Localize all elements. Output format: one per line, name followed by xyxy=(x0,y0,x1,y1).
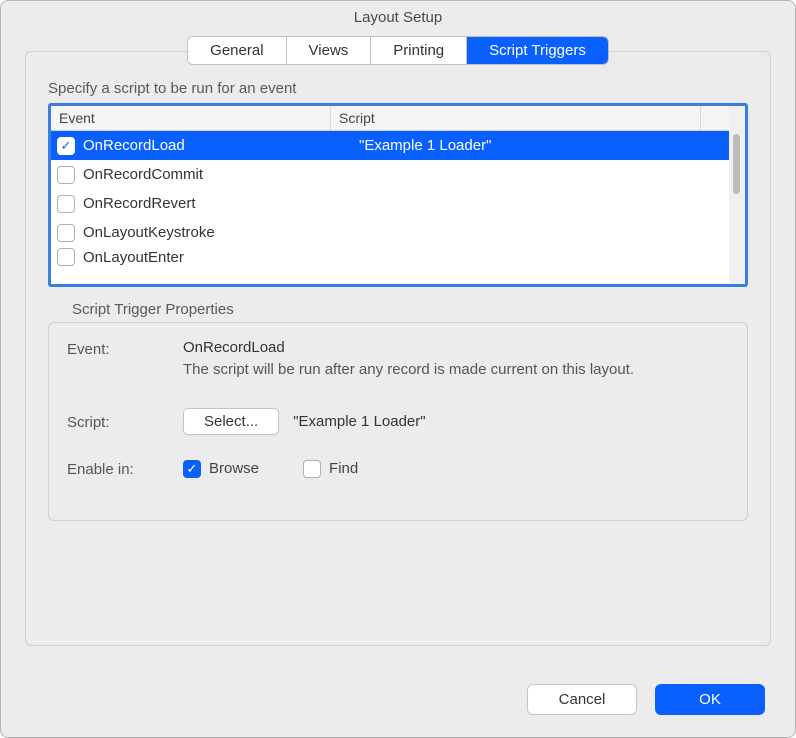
section-label: Specify a script to be run for an event xyxy=(48,80,748,97)
tab-views[interactable]: Views xyxy=(287,37,372,64)
properties-title: Script Trigger Properties xyxy=(72,301,748,318)
tab-script-triggers[interactable]: Script Triggers xyxy=(467,37,608,64)
check-icon: ✓ xyxy=(187,462,198,475)
script-triggers-panel: Specify a script to be run for an event … xyxy=(25,51,771,646)
row-event: OnRecordRevert xyxy=(83,195,339,212)
select-script-button[interactable]: Select... xyxy=(183,408,279,435)
row-checkbox[interactable] xyxy=(57,224,75,242)
browse-label: Browse xyxy=(209,460,259,477)
browse-checkbox[interactable]: ✓ xyxy=(183,460,201,478)
layout-setup-dialog: Layout Setup General Views Printing Scri… xyxy=(0,0,796,738)
cancel-button[interactable]: Cancel xyxy=(527,684,637,715)
find-label: Find xyxy=(329,460,358,477)
scrollbar-thumb[interactable] xyxy=(733,134,740,194)
properties-box: Event: OnRecordLoad The script will be r… xyxy=(48,322,748,521)
event-description: The script will be run after any record … xyxy=(183,360,729,380)
script-name: "Example 1 Loader" xyxy=(293,413,425,430)
event-label: Event: xyxy=(67,339,183,380)
table-row[interactable]: OnRecordRevert xyxy=(51,189,729,218)
table-row[interactable]: OnLayoutEnter xyxy=(51,247,729,267)
header-script[interactable]: Script xyxy=(331,106,701,130)
script-label: Script: xyxy=(67,412,183,431)
row-event: OnRecordCommit xyxy=(83,166,339,183)
event-name: OnRecordLoad xyxy=(183,339,729,356)
ok-button[interactable]: OK xyxy=(655,684,765,715)
row-event: OnRecordLoad xyxy=(83,137,339,154)
row-event: OnLayoutKeystroke xyxy=(83,224,339,241)
header-spacer xyxy=(701,106,729,130)
dialog-footer: Cancel OK xyxy=(1,666,795,737)
events-table: Event Script ✓ OnRecordLoad "Example 1 L… xyxy=(48,103,748,287)
table-header: Event Script xyxy=(51,106,729,131)
row-script: "Example 1 Loader" xyxy=(339,137,723,154)
dialog-title: Layout Setup xyxy=(1,1,795,36)
row-checkbox[interactable] xyxy=(57,195,75,213)
table-row[interactable]: OnRecordCommit xyxy=(51,160,729,189)
check-icon: ✓ xyxy=(61,139,72,152)
table-scrollbar[interactable] xyxy=(729,106,745,284)
table-row[interactable]: OnLayoutKeystroke xyxy=(51,218,729,247)
tab-printing[interactable]: Printing xyxy=(371,37,467,64)
row-checkbox[interactable] xyxy=(57,166,75,184)
row-checkbox[interactable] xyxy=(57,248,75,266)
header-event[interactable]: Event xyxy=(51,106,331,130)
tab-general[interactable]: General xyxy=(188,37,286,64)
tab-bar: General Views Printing Script Triggers xyxy=(187,36,609,65)
enable-in-label: Enable in: xyxy=(67,459,183,478)
row-event: OnLayoutEnter xyxy=(83,249,339,266)
row-checkbox[interactable]: ✓ xyxy=(57,137,75,155)
table-row[interactable]: ✓ OnRecordLoad "Example 1 Loader" xyxy=(51,131,729,160)
find-checkbox[interactable] xyxy=(303,460,321,478)
